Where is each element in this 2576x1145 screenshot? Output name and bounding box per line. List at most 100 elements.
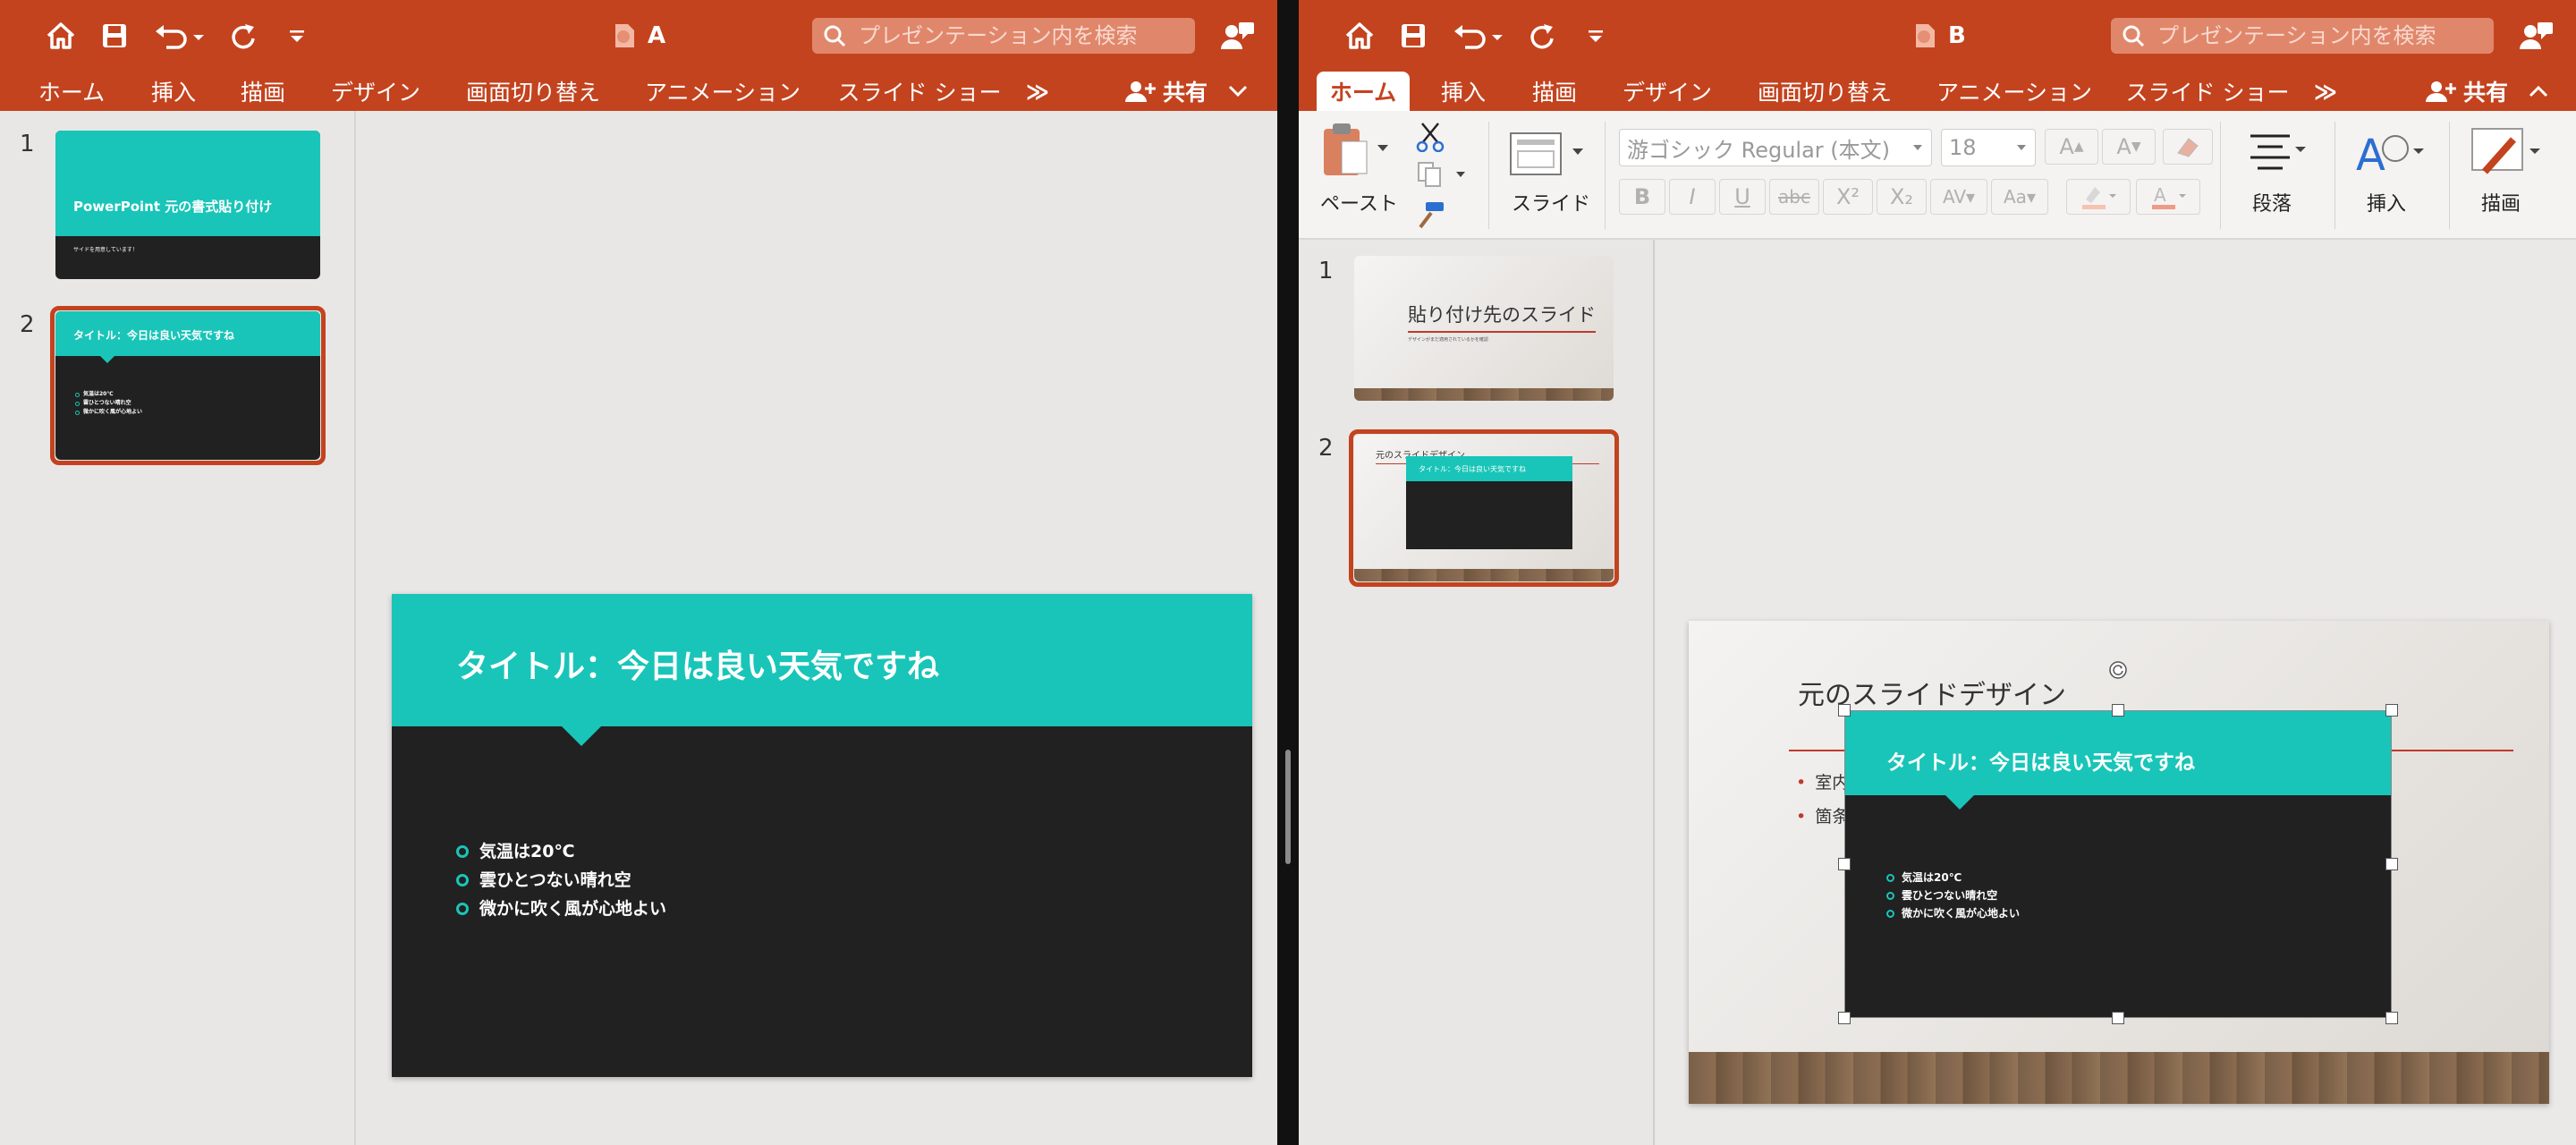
cut-icon[interactable] (1415, 122, 1445, 156)
share-button[interactable]: 共有 (2426, 72, 2549, 111)
insert-label[interactable]: 挿入 (2367, 188, 2406, 216)
resize-handle-top[interactable] (2112, 704, 2124, 717)
slide-thumbnail-1[interactable]: PowerPoint 元の書式貼り付け サイドを用意しています！ (55, 131, 320, 279)
comments-icon[interactable] (1216, 14, 1259, 57)
insert-shapes-icon[interactable]: A (2356, 125, 2424, 181)
search-icon (824, 25, 846, 47)
format-painter-icon[interactable] (1417, 200, 1445, 233)
slide-title[interactable]: タイトル：今日は良い天気ですね (456, 640, 939, 687)
more-tabs-button[interactable]: ≫ (1020, 72, 1055, 111)
slide-thumbnail-2[interactable]: タイトル：今日は良い天気ですね 気温は20℃ 雲ひとつない晴れ空 微かに吹く風が… (55, 311, 320, 460)
slide-canvas[interactable]: タイトル：今日は良い天気ですね 気温は20℃ 雲ひとつない晴れ空 微かに吹く風が… (392, 594, 1252, 1077)
tab-slideshow[interactable]: スライド ショー (837, 72, 1002, 111)
slide-thumbnail-panel: 1 貼り付け先のスライド デザインがまだ適用されているかを確認 2 元のスライド… (1299, 240, 1655, 1145)
bullet-item: 雲ひとつない晴れ空 (456, 866, 666, 895)
customize-toolbar-icon[interactable] (1578, 14, 1614, 57)
paste-label[interactable]: ペースト (1320, 188, 1398, 216)
tab-design[interactable]: デザイン (1614, 72, 1721, 111)
paragraph-icon[interactable] (2249, 131, 2306, 177)
font-name-select[interactable]: 游ゴシック Regular (本文) (1619, 129, 1932, 166)
draw-label[interactable]: 描画 (2481, 188, 2521, 216)
superscript-button[interactable]: X² (1823, 179, 1873, 215)
slide-thumbnail-2[interactable]: 元のスライドデザイン タイトル：今日は良い天気ですね (1354, 435, 1614, 581)
home-icon[interactable] (1338, 14, 1381, 57)
pasted-slide-title: タイトル：今日は良い天気ですね (1886, 751, 2195, 775)
split-view-handle[interactable] (1285, 750, 1291, 864)
italic-button[interactable]: I (1669, 179, 1716, 215)
home-icon[interactable] (39, 14, 82, 57)
split-view-divider[interactable] (1277, 0, 1299, 1145)
comments-icon[interactable] (2515, 14, 2558, 57)
search-box[interactable] (2111, 18, 2494, 54)
resize-handle-top-right[interactable] (2385, 704, 2398, 717)
slide-label[interactable]: スライド (1512, 188, 1590, 216)
resize-handle-bottom[interactable] (2112, 1012, 2124, 1024)
tab-transitions[interactable]: 画面切り替え (1750, 72, 1900, 111)
shrink-font-icon[interactable]: A ▼ (2102, 129, 2156, 165)
redo-icon[interactable] (1521, 14, 1563, 57)
chevron-up-icon[interactable] (2528, 84, 2549, 98)
tab-slideshow[interactable]: スライド ショー (2125, 72, 2290, 111)
thumbnail-title: タイトル：今日は良い天気ですね (73, 329, 235, 342)
undo-icon[interactable] (1449, 14, 1506, 57)
character-spacing-icon[interactable]: AV▾ (1930, 179, 1987, 215)
grow-font-icon[interactable]: A ▲ (2045, 129, 2098, 165)
font-color-icon[interactable]: A (2136, 179, 2200, 215)
rotate-handle-icon[interactable] (2108, 660, 2128, 683)
bold-button[interactable]: B (1619, 179, 1665, 215)
pasted-slide-object[interactable]: タイトル：今日は良い天気ですね 気温は20℃ 雲ひとつない晴れ空 微かに吹く風が… (1844, 710, 2392, 1018)
clear-formatting-icon[interactable] (2163, 129, 2213, 165)
slide-bullet-list[interactable]: 気温は20℃ 雲ひとつない晴れ空 微かに吹く風が心地よい (456, 837, 666, 923)
slide-thumbnail-1[interactable]: 貼り付け先のスライド デザインがまだ適用されているかを確認 (1354, 256, 1614, 401)
chevron-down-icon[interactable] (1227, 84, 1249, 98)
new-slide-icon[interactable] (1510, 132, 1562, 175)
paste-icon[interactable] (1320, 122, 1370, 179)
share-button[interactable]: 共有 (1125, 72, 1249, 111)
tab-animations[interactable]: アニメーション (637, 72, 809, 111)
svg-text:A: A (2154, 184, 2166, 206)
tab-design[interactable]: デザイン (322, 72, 429, 111)
tab-home[interactable]: ホーム (25, 72, 118, 111)
tab-draw[interactable]: 描画 (229, 72, 297, 111)
slide-thumbnail-panel: 1 PowerPoint 元の書式貼り付け サイドを用意しています！ 2 タイト… (0, 111, 356, 1145)
thumbnail-subtitle: デザインがまだ適用されているかを確認 (1408, 337, 1488, 343)
undo-icon[interactable] (150, 14, 208, 57)
title-pointer (562, 726, 601, 746)
strikethrough-button[interactable]: abc (1769, 179, 1819, 215)
tab-insert[interactable]: 挿入 (1429, 72, 1497, 111)
redo-icon[interactable] (222, 14, 265, 57)
subscript-button[interactable]: X₂ (1877, 179, 1927, 215)
resize-handle-bottom-right[interactable] (2385, 1012, 2398, 1024)
resize-handle-top-left[interactable] (1838, 704, 1851, 717)
slide-dropdown-icon[interactable] (1572, 148, 1583, 155)
copy-dropdown-icon[interactable] (1456, 172, 1465, 177)
tab-transitions[interactable]: 画面切り替え (458, 72, 608, 111)
underline-button[interactable]: U (1719, 179, 1766, 215)
slide-bullet-list[interactable]: • 室内 • 箇条 (1796, 766, 1849, 834)
customize-toolbar-icon[interactable] (279, 14, 315, 57)
save-icon[interactable] (93, 14, 136, 57)
thumbnail-bullet: 気温は20℃ (75, 390, 142, 399)
search-input[interactable] (859, 23, 1181, 48)
save-icon[interactable] (1392, 14, 1435, 57)
more-tabs-button[interactable]: ≫ (2308, 72, 2343, 111)
slide-canvas[interactable]: 元のスライドデザイン • 室内 • 箇条 タイトル：今日は良い天気ですね 気温は20… (1689, 621, 2549, 1104)
copy-icon[interactable] (1417, 161, 1444, 191)
paste-dropdown-icon[interactable] (1377, 145, 1388, 151)
font-size-select[interactable]: 18 (1941, 129, 2036, 166)
ribbon-separator (2449, 122, 2450, 229)
search-input[interactable] (2157, 23, 2479, 48)
resize-handle-bottom-left[interactable] (1838, 1012, 1851, 1024)
tab-draw[interactable]: 描画 (1521, 72, 1589, 111)
paragraph-label[interactable]: 段落 (2252, 188, 2292, 216)
search-box[interactable] (812, 18, 1195, 54)
resize-handle-right[interactable] (2385, 858, 2398, 870)
tab-animations[interactable]: アニメーション (1928, 72, 2100, 111)
resize-handle-left[interactable] (1838, 858, 1851, 870)
draw-pen-icon[interactable] (2470, 125, 2542, 181)
tab-insert[interactable]: 挿入 (140, 72, 208, 111)
font-size-value: 18 (1949, 135, 1977, 160)
highlight-color-icon[interactable] (2066, 179, 2131, 215)
tab-home[interactable]: ホーム (1317, 72, 1410, 111)
change-case-icon[interactable]: Aa▾ (1991, 179, 2048, 215)
